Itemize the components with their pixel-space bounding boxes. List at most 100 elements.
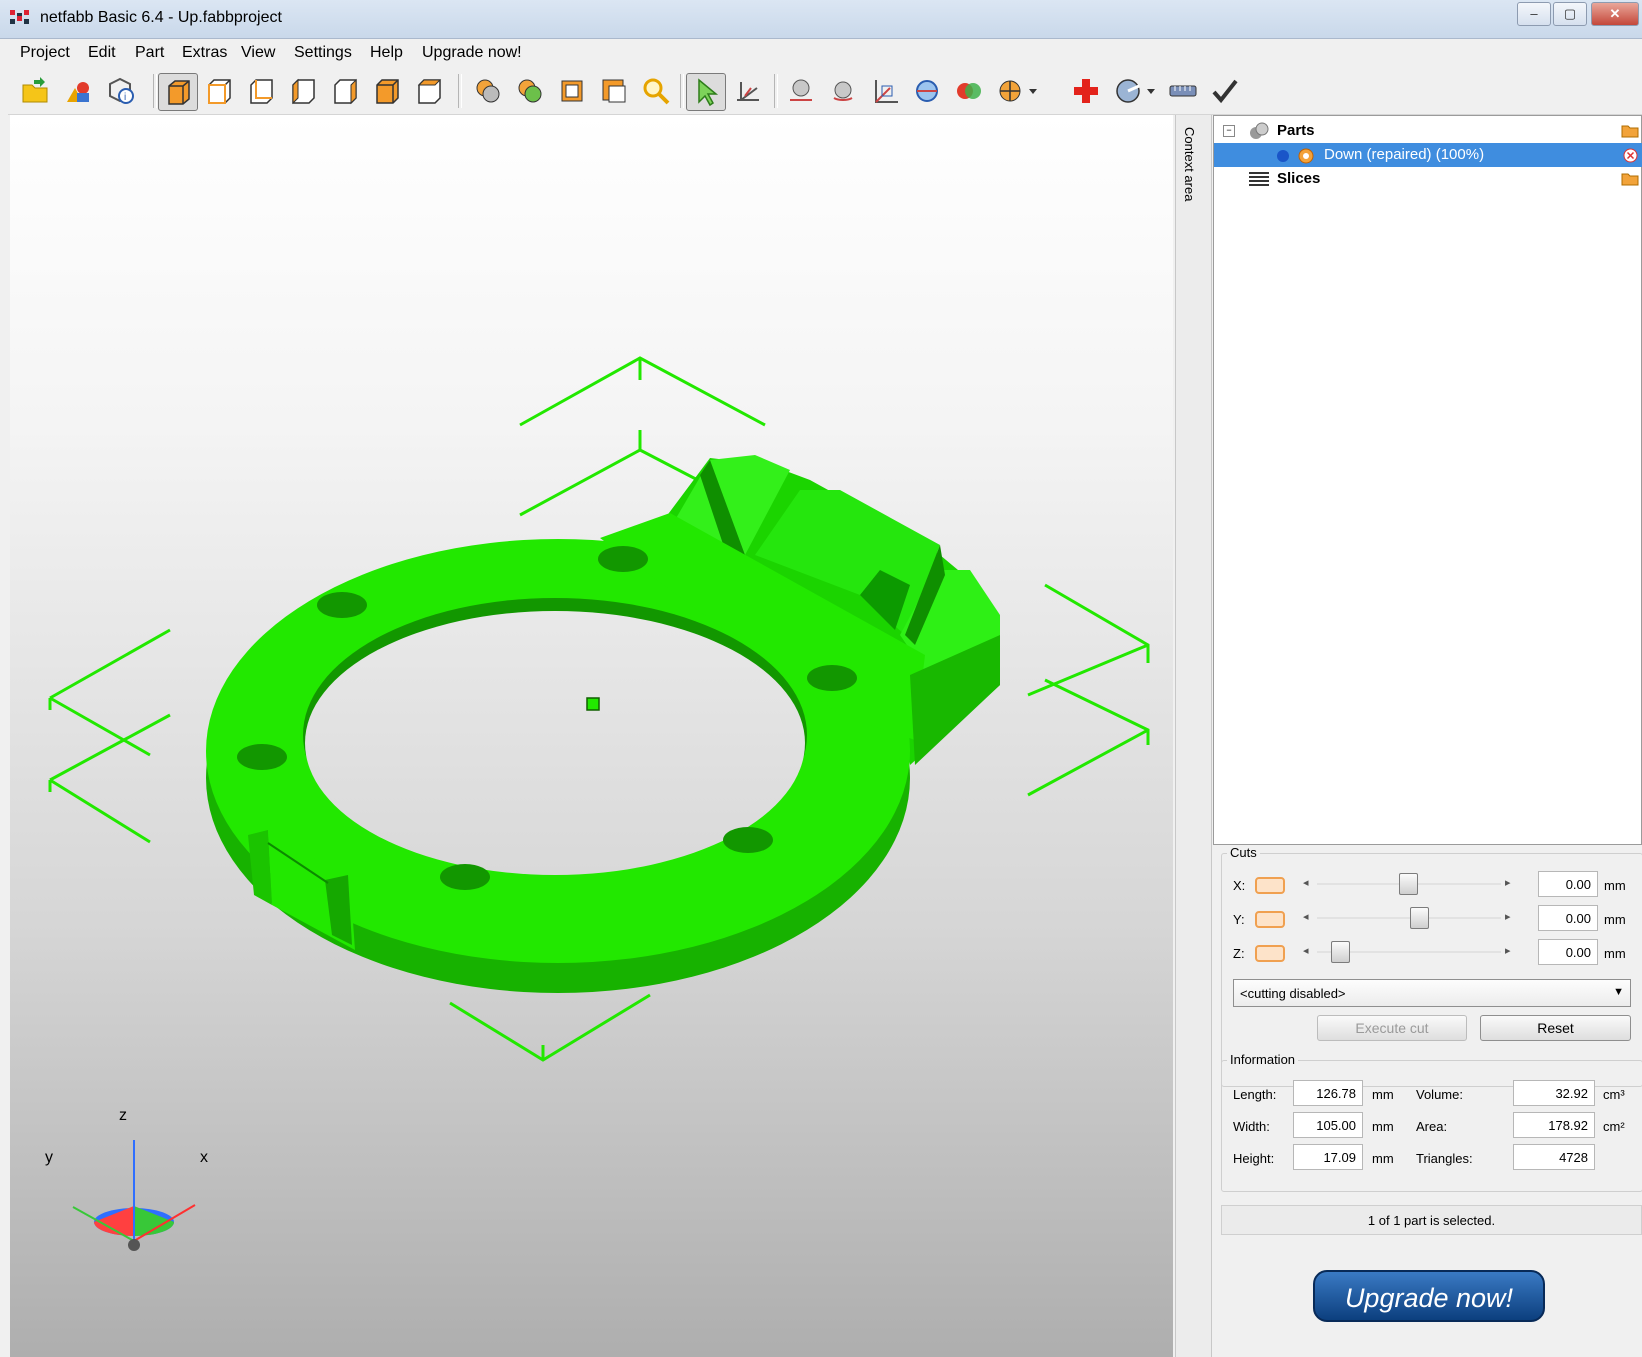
ruler-icon[interactable] <box>1168 76 1198 106</box>
folder-icon[interactable] <box>1621 123 1639 138</box>
part-status-icon[interactable] <box>1298 148 1314 164</box>
tree-slices-label: Slices <box>1277 170 1321 187</box>
boolean-icon[interactable] <box>954 76 984 106</box>
cut-z-unit: mm <box>1604 946 1626 961</box>
repair-icon[interactable] <box>1071 76 1101 106</box>
menu-upgrade-now[interactable]: Upgrade now! <box>422 44 522 62</box>
close-button[interactable]: ✕ <box>1591 2 1639 26</box>
menu-settings[interactable]: Settings <box>294 44 352 62</box>
3d-viewport[interactable]: z y x <box>10 115 1173 1357</box>
measure-icon[interactable] <box>733 76 763 106</box>
tree-parts-label: Parts <box>1277 122 1315 139</box>
apply-icon[interactable] <box>1210 76 1240 106</box>
color-parts-icon[interactable] <box>515 76 545 106</box>
section-icon[interactable] <box>996 76 1026 106</box>
menu-edit[interactable]: Edit <box>88 44 116 62</box>
execute-cut-button[interactable]: Execute cut <box>1317 1015 1467 1041</box>
context-area-strip[interactable] <box>1175 115 1212 1357</box>
analysis-dropdown-icon[interactable] <box>1144 76 1158 106</box>
remove-part-icon[interactable] <box>1623 148 1638 163</box>
view-back-icon[interactable] <box>246 76 276 106</box>
chevron-down-icon: ▼ <box>1613 986 1624 998</box>
rotate-icon[interactable] <box>828 76 858 106</box>
width-label: Width: <box>1233 1119 1270 1134</box>
tree-item-parts[interactable]: − Parts <box>1214 119 1642 143</box>
collapse-icon[interactable]: − <box>1223 125 1235 137</box>
orient-icon[interactable] <box>912 76 942 106</box>
reset-button[interactable]: Reset <box>1480 1015 1631 1041</box>
netfabb-logo-icon <box>10 10 30 26</box>
view-bottom-icon[interactable] <box>414 76 444 106</box>
menu-project[interactable]: Project <box>20 44 70 62</box>
triangles-label: Triangles: <box>1416 1151 1473 1166</box>
title-bar: netfabb Basic 6.4 - Up.fabbproject – ▢ ✕ <box>0 0 1642 39</box>
cut-z-value[interactable]: 0.00 <box>1538 939 1598 965</box>
axis-label-x: x <box>200 1149 208 1166</box>
parts-icon <box>1250 122 1269 139</box>
cut-z-color-swatch[interactable] <box>1255 945 1285 962</box>
part-visible-icon[interactable] <box>1276 149 1290 163</box>
area-value: 178.92 <box>1513 1112 1595 1138</box>
cut-x-label: X: <box>1233 878 1246 893</box>
view-top-icon[interactable] <box>372 76 402 106</box>
menu-part[interactable]: Part <box>135 44 164 62</box>
slices-icon <box>1249 172 1269 186</box>
part-down-model[interactable] <box>206 455 1000 993</box>
cut-x-slider[interactable]: ◂ ▸ <box>1299 871 1519 897</box>
view-iso-icon[interactable] <box>158 73 198 111</box>
window-title: netfabb Basic 6.4 - Up.fabbproject <box>40 9 282 26</box>
cut-y-unit: mm <box>1604 912 1626 927</box>
part-info-icon[interactable]: i <box>106 76 136 106</box>
length-unit: mm <box>1372 1087 1394 1102</box>
menu-help[interactable]: Help <box>370 44 403 62</box>
tree-item-slices[interactable]: Slices <box>1214 167 1642 191</box>
height-value: 17.09 <box>1293 1144 1363 1170</box>
analysis-icon[interactable] <box>1113 76 1143 106</box>
cut-y-label: Y: <box>1233 912 1245 927</box>
cut-x-value[interactable]: 0.00 <box>1538 871 1598 897</box>
view-right-icon[interactable] <box>330 76 360 106</box>
cut-z-label: Z: <box>1233 946 1245 961</box>
slider-thumb[interactable] <box>1399 873 1419 895</box>
svg-text:i: i <box>124 92 126 103</box>
select-icon[interactable] <box>686 73 726 111</box>
view-front-icon[interactable] <box>204 76 234 106</box>
cuts-title: Cuts <box>1227 845 1260 860</box>
area-label: Area: <box>1416 1119 1448 1134</box>
cut-z-slider[interactable]: ◂ ▸ <box>1299 939 1519 965</box>
upgrade-now-button[interactable]: Upgrade now! <box>1313 1270 1545 1322</box>
volume-unit: cm³ <box>1603 1087 1625 1102</box>
minimize-button[interactable]: – <box>1517 2 1551 26</box>
menu-extras[interactable]: Extras <box>182 44 227 62</box>
open-project-icon[interactable] <box>20 76 50 106</box>
cut-y-color-swatch[interactable] <box>1255 911 1285 928</box>
cut-x-color-swatch[interactable] <box>1255 877 1285 894</box>
zoom-all-icon[interactable] <box>599 76 629 106</box>
length-value: 126.78 <box>1293 1080 1363 1106</box>
cut-y-value[interactable]: 0.00 <box>1538 905 1598 931</box>
area-unit: cm² <box>1603 1119 1625 1134</box>
view-left-icon[interactable] <box>288 76 318 106</box>
folder-icon[interactable] <box>1621 171 1639 186</box>
tree-part-label: Down (repaired) (100%) <box>1324 146 1485 163</box>
project-tree[interactable]: − Parts Down (repaired) (100%) Slices <box>1213 115 1642 845</box>
section-dropdown-icon[interactable] <box>1026 76 1040 106</box>
zoom-selection-icon[interactable] <box>557 76 587 106</box>
cut-y-slider[interactable]: ◂ ▸ <box>1299 905 1519 931</box>
zoom-icon[interactable] <box>641 76 671 106</box>
slider-thumb[interactable] <box>1410 907 1430 929</box>
maximize-button[interactable]: ▢ <box>1553 2 1587 26</box>
menu-bar: Project Edit Part Extras View Settings H… <box>8 39 1642 67</box>
toolbar: i <box>8 68 1642 115</box>
add-part-icon[interactable] <box>63 76 93 106</box>
shading-icon[interactable] <box>473 76 503 106</box>
tree-item-part[interactable]: Down (repaired) (100%) <box>1214 143 1642 167</box>
length-label: Length: <box>1233 1087 1277 1102</box>
context-area-label[interactable]: Context area <box>1182 127 1197 201</box>
scale-icon[interactable] <box>870 76 900 106</box>
slider-thumb[interactable] <box>1331 941 1351 963</box>
cutting-mode-select[interactable]: <cutting disabled> ▼ <box>1233 979 1631 1007</box>
menu-view[interactable]: View <box>241 44 275 62</box>
volume-value: 32.92 <box>1513 1080 1595 1106</box>
move-icon[interactable] <box>786 76 816 106</box>
